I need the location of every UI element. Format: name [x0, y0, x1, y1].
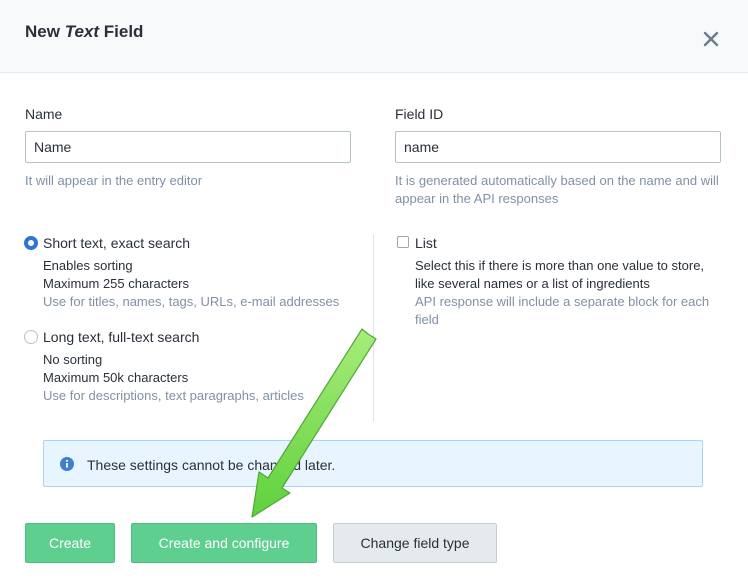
short-text-detail: Enables sorting [43, 258, 133, 273]
name-label: Name [25, 106, 63, 122]
name-help: It will appear in the entry editor [25, 173, 203, 188]
long-text-radio[interactable] [24, 330, 38, 344]
short-text-detail: Maximum 255 characters [43, 276, 189, 291]
list-detail: Select this if there is more than one va… [415, 258, 705, 273]
info-icon [60, 457, 74, 471]
modal-header: New Text Field [0, 0, 748, 73]
notice-text: These settings cannot be changed later. [87, 457, 336, 473]
column-divider [373, 234, 374, 422]
list-detail: like several names or a list of ingredie… [415, 276, 650, 291]
field-id-help-line: appear in the API responses [395, 191, 559, 206]
list-note: API response will include a separate blo… [415, 294, 710, 309]
field-id-label: Field ID [395, 106, 444, 122]
change-field-type-button[interactable]: Change field type [333, 523, 497, 563]
short-text-radio[interactable] [24, 236, 38, 250]
field-id-help: It is generated automatically based on t… [395, 172, 719, 208]
short-text-note: Use for titles, names, tags, URLs, e-mai… [43, 294, 340, 309]
list-checkbox[interactable] [397, 236, 409, 248]
list-title[interactable]: List [415, 235, 437, 251]
modal-title-type: Text [64, 22, 100, 41]
modal-title-prefix: New [25, 22, 60, 41]
list-note: field [415, 312, 439, 327]
short-text-title[interactable]: Short text, exact search [43, 235, 190, 251]
settings-notice: These settings cannot be changed later. [43, 440, 703, 487]
field-id-help-line: It is generated automatically based on t… [395, 173, 719, 188]
long-text-detail: No sorting [43, 352, 103, 367]
create-button[interactable]: Create [25, 523, 115, 563]
long-text-detail: Maximum 50k characters [43, 370, 189, 385]
field-id-input[interactable] [395, 131, 721, 163]
modal-title: New Text Field [25, 22, 143, 42]
modal-title-suffix: Field [103, 22, 144, 41]
create-and-configure-button[interactable]: Create and configure [131, 523, 317, 563]
close-icon [703, 31, 719, 47]
close-button[interactable] [698, 26, 724, 52]
long-text-title[interactable]: Long text, full-text search [43, 329, 199, 345]
arrow-shape [251, 328, 377, 518]
name-input[interactable] [25, 131, 351, 163]
long-text-note: Use for descriptions, text paragraphs, a… [43, 388, 304, 403]
